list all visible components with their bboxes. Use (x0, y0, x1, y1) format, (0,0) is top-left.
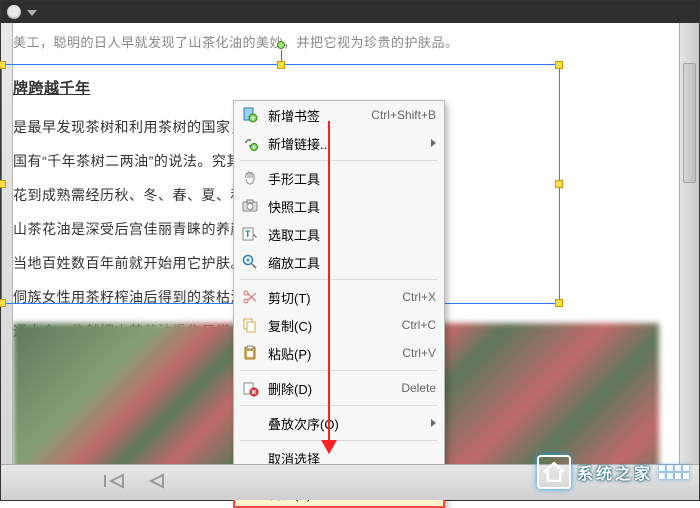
menu-shortcut: Ctrl+Shift+B (371, 108, 436, 122)
menu-shortcut: Ctrl+V (402, 346, 436, 360)
vertical-scrollbar[interactable] (679, 23, 699, 464)
menu-separator (240, 279, 438, 280)
menu-label: 复制(C) (268, 316, 394, 335)
menu-stacking-order[interactable]: 叠放次序(O) (234, 409, 444, 437)
text-select-icon: T (240, 224, 260, 244)
resize-handle-ml[interactable] (0, 180, 6, 188)
menu-separator (240, 370, 438, 371)
menu-shortcut: Ctrl+C (402, 318, 436, 332)
menu-label: 缩放工具 (268, 253, 436, 272)
menu-snapshot-tool[interactable]: 快照工具 (234, 192, 444, 220)
svg-text:T: T (245, 229, 251, 239)
scrollbar-thumb[interactable] (683, 63, 696, 183)
blank-icon (240, 413, 260, 433)
title-bar (1, 1, 699, 23)
menu-label: 选取工具 (268, 225, 436, 244)
doc-line: 美工，聪明的日人早就发现了山茶化油的美妙，并把它视为珍贵的护肤品。 (13, 29, 671, 57)
menu-hand-tool[interactable]: 手形工具 (234, 164, 444, 192)
link-icon (240, 133, 260, 153)
delete-icon (240, 378, 260, 398)
menu-select-tool[interactable]: T 选取工具 (234, 220, 444, 248)
menu-cut[interactable]: 剪切(T) Ctrl+X (234, 283, 444, 311)
menu-separator (240, 405, 438, 406)
dropdown-icon[interactable] (27, 7, 37, 17)
clipboard-icon (240, 343, 260, 363)
submenu-arrow-icon (431, 139, 436, 147)
menu-label: 剪切(T) (268, 288, 394, 307)
scissors-icon (240, 287, 260, 307)
resize-handle-tm[interactable] (277, 61, 285, 69)
resize-handle-tr[interactable] (555, 61, 563, 69)
resize-handle-tl[interactable] (0, 61, 6, 69)
watermark-logo-icon (537, 455, 571, 489)
menu-label: 叠放次序(O) (268, 414, 423, 433)
menu-delete[interactable]: 删除(D) Delete (234, 374, 444, 402)
camera-icon (240, 196, 260, 216)
hand-icon (240, 168, 260, 188)
menu-label: 新增书签 (268, 106, 363, 125)
watermark-grid-icon (659, 465, 689, 479)
prev-page-button[interactable] (145, 472, 171, 493)
menu-separator (240, 160, 438, 161)
window-button[interactable] (7, 5, 21, 19)
menu-paste[interactable]: 粘贴(P) Ctrl+V (234, 339, 444, 367)
menu-new-bookmark[interactable]: 新增书签 Ctrl+Shift+B (234, 101, 444, 129)
resize-handle-br[interactable] (555, 299, 563, 307)
menu-copy[interactable]: 复制(C) Ctrl+C (234, 311, 444, 339)
menu-separator (240, 440, 438, 441)
menu-new-link[interactable]: 新增链接... (234, 129, 444, 157)
context-menu: 新增书签 Ctrl+Shift+B 新增链接... 手形工具 快照工具 T 选取… (233, 100, 445, 508)
menu-label: 快照工具 (268, 197, 436, 216)
watermark: 系统之家 (537, 452, 689, 492)
resize-handle-mr[interactable] (555, 180, 563, 188)
first-page-button[interactable] (101, 472, 127, 493)
copy-icon (240, 315, 260, 335)
resize-handle-bl[interactable] (0, 299, 6, 307)
bookmark-icon (240, 105, 260, 125)
watermark-text: 系统之家 (577, 460, 653, 484)
submenu-arrow-icon (431, 419, 436, 427)
menu-label: 手形工具 (268, 169, 436, 188)
menu-shortcut: Ctrl+X (402, 290, 436, 304)
annotation-arrow (328, 121, 330, 453)
menu-label: 新增链接... (268, 134, 423, 153)
zoom-icon (240, 252, 260, 272)
rotate-handle[interactable] (277, 41, 285, 49)
menu-label: 粘贴(P) (268, 344, 394, 363)
menu-zoom-tool[interactable]: 缩放工具 (234, 248, 444, 276)
menu-label: 删除(D) (268, 379, 393, 398)
menu-shortcut: Delete (401, 381, 436, 395)
